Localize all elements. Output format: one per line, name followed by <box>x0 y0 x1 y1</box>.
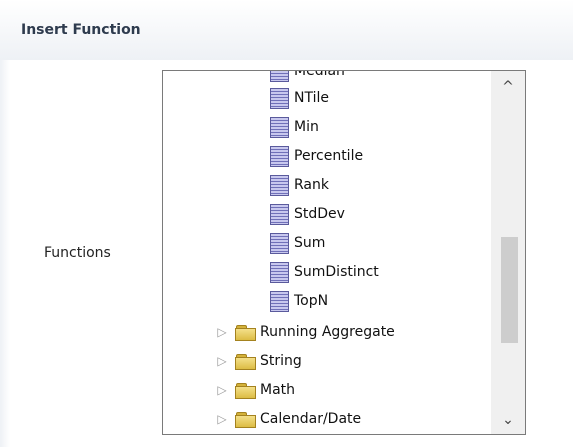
function-icon <box>270 290 289 312</box>
folder-icon <box>235 324 256 341</box>
folder-icon <box>235 353 256 370</box>
tree-item-label: TopN <box>294 293 329 309</box>
function-icon <box>270 232 289 254</box>
tree-item-label: Rank <box>294 177 329 193</box>
scroll-thumb[interactable] <box>501 237 518 343</box>
tree-folder-label: String <box>260 353 302 369</box>
function-icon <box>270 203 289 225</box>
chevron-right-icon[interactable]: ▷ <box>215 412 229 426</box>
tree-item-min[interactable]: Min <box>270 113 319 141</box>
tree-item-label: Percentile <box>294 148 364 164</box>
tree-folder-string[interactable]: ▷ String <box>215 347 302 375</box>
function-icon <box>270 145 289 167</box>
tree-folder-label: Calendar/Date <box>260 411 362 427</box>
tree-folder-running-aggregate[interactable]: ▷ Running Aggregate <box>215 318 395 346</box>
tree-item-ntile[interactable]: NTile <box>270 84 329 112</box>
function-icon <box>270 116 289 138</box>
insert-function-dialog: Insert Function Functions Median NTile M… <box>0 0 573 447</box>
vertical-scrollbar[interactable]: ^ ⌄ <box>491 71 525 434</box>
function-icon <box>270 71 289 82</box>
tree-item-sum[interactable]: Sum <box>270 229 325 257</box>
tree-item-rank[interactable]: Rank <box>270 171 329 199</box>
tree-item-sumdistinct[interactable]: SumDistinct <box>270 258 379 286</box>
functions-tree-listbox[interactable]: Median NTile Min Percentile Rank StdDev <box>162 70 526 435</box>
tree-folder-label: Math <box>260 382 296 398</box>
folder-icon <box>235 411 256 428</box>
tree-item-topn[interactable]: TopN <box>270 287 328 315</box>
tree-item-label: Min <box>294 119 319 135</box>
tree-item-percentile[interactable]: Percentile <box>270 142 363 170</box>
tree-item-label: Median <box>294 71 345 79</box>
tree-item-label: NTile <box>294 90 329 106</box>
tree-item-label: Sum <box>294 235 326 251</box>
chevron-right-icon[interactable]: ▷ <box>215 354 229 368</box>
functions-tree: Median NTile Min Percentile Rank StdDev <box>163 71 491 434</box>
tree-item-label: SumDistinct <box>294 264 379 280</box>
dialog-header: Insert Function <box>0 0 573 60</box>
function-icon <box>270 87 289 109</box>
functions-label: Functions <box>44 245 111 261</box>
tree-item-stddev[interactable]: StdDev <box>270 200 345 228</box>
tree-item-median[interactable]: Median <box>270 71 345 85</box>
left-edge-panel <box>0 60 10 447</box>
chevron-right-icon[interactable]: ▷ <box>215 383 229 397</box>
folder-icon <box>235 382 256 399</box>
tree-item-label: StdDev <box>294 206 345 222</box>
function-icon <box>270 174 289 196</box>
chevron-right-icon[interactable]: ▷ <box>215 325 229 339</box>
dialog-title: Insert Function <box>21 22 141 38</box>
tree-folder-math[interactable]: ▷ Math <box>215 376 295 404</box>
tree-folder-label: Running Aggregate <box>260 324 395 340</box>
function-icon <box>270 261 289 283</box>
scroll-down-arrow-icon[interactable]: ⌄ <box>491 406 525 434</box>
scroll-up-arrow-icon[interactable]: ^ <box>491 73 525 101</box>
tree-folder-calendar-date[interactable]: ▷ Calendar/Date <box>215 405 361 433</box>
